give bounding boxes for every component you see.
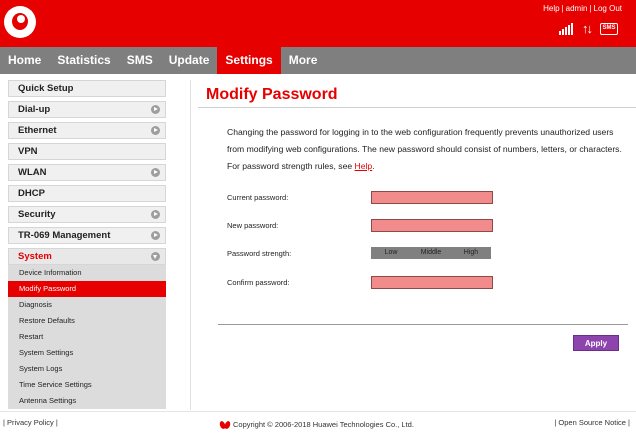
description-end: . [372, 161, 375, 171]
strength-low: Low [384, 249, 398, 256]
copyright-wrap: Copyright © 2006-2018 Huawei Technologie… [220, 420, 414, 429]
message-icon[interactable]: SMS [600, 23, 618, 35]
submenu-restart[interactable]: Restart [8, 329, 166, 345]
submenu-modify-password[interactable]: Modify Password [8, 281, 166, 297]
nav-more[interactable]: More [281, 47, 326, 74]
submenu-restore-defaults[interactable]: Restore Defaults [8, 313, 166, 329]
password-strength-label: Password strength: [227, 249, 292, 258]
submenu-time-service-settings[interactable]: Time Service Settings [8, 377, 166, 393]
sidebar-item-label: Ethernet [18, 125, 57, 136]
chevron-right-icon [151, 126, 160, 135]
nav-statistics[interactable]: Statistics [49, 47, 118, 74]
sidebar-item-system[interactable]: System [8, 248, 166, 265]
password-strength-meter: Low Middle High [371, 247, 491, 259]
header-bar: Help | admin | Log Out ↑↓ SMS [0, 0, 636, 47]
current-password-label: Current password: [227, 193, 289, 202]
status-icons: ↑↓ SMS [559, 21, 618, 36]
new-password-input[interactable] [371, 219, 493, 232]
help-link-inline[interactable]: Help [355, 161, 373, 171]
username-label: admin [565, 4, 588, 13]
open-source-link[interactable]: Open Source Notice [558, 418, 626, 427]
nav-update[interactable]: Update [161, 47, 218, 74]
current-password-input[interactable] [371, 191, 493, 204]
chevron-right-icon [151, 231, 160, 240]
sidebar-item-dial-up[interactable]: Dial-up [8, 101, 166, 118]
sidebar-item-security[interactable]: Security [8, 206, 166, 223]
confirm-password-label: Confirm password: [227, 278, 290, 287]
footer-divider [0, 411, 636, 412]
sidebar-item-label: Dial-up [18, 104, 51, 115]
main-nav: Home Statistics SMS Update Settings More [0, 47, 636, 74]
sidebar-item-label: System [18, 251, 52, 262]
strength-high: High [463, 249, 479, 256]
nav-settings[interactable]: Settings [217, 47, 281, 74]
sidebar-item-label: VPN [18, 146, 38, 157]
sidebar-item-tr069[interactable]: TR-069 Management [8, 227, 166, 244]
description-body: Changing the password for logging in to … [227, 127, 622, 171]
confirm-password-input[interactable] [371, 276, 493, 289]
vodafone-logo-icon [4, 6, 36, 38]
vertical-divider [190, 80, 191, 410]
nav-sms[interactable]: SMS [119, 47, 161, 74]
privacy-policy-link[interactable]: Privacy Policy [7, 418, 54, 427]
submenu-device-information[interactable]: Device Information [8, 265, 166, 281]
title-divider [198, 107, 636, 108]
signal-icon [559, 23, 573, 35]
sidebar: Quick Setup Dial-up Ethernet VPN WLAN DH… [8, 80, 166, 409]
sidebar-item-dhcp[interactable]: DHCP [8, 185, 166, 202]
sidebar-item-label: DHCP [18, 188, 45, 199]
huawei-logo-icon [220, 421, 230, 429]
strength-middle: Middle [420, 249, 442, 256]
chevron-down-icon [151, 252, 160, 261]
footer: | Privacy Policy | Copyright © 2006-2018… [0, 418, 636, 432]
system-submenu: Device Information Modify Password Diagn… [8, 265, 166, 409]
submenu-system-settings[interactable]: System Settings [8, 345, 166, 361]
sidebar-item-label: Quick Setup [18, 83, 74, 94]
data-arrows-icon: ↑↓ [582, 21, 593, 36]
submenu-antenna-settings[interactable]: Antenna Settings [8, 393, 166, 409]
form-divider [218, 324, 628, 325]
help-link[interactable]: Help [543, 4, 559, 13]
sidebar-item-quick-setup[interactable]: Quick Setup [8, 80, 166, 97]
chevron-right-icon [151, 105, 160, 114]
sidebar-item-wlan[interactable]: WLAN [8, 164, 166, 181]
logout-link[interactable]: Log Out [594, 4, 622, 13]
description-text: Changing the password for logging in to … [227, 124, 627, 175]
sidebar-item-label: WLAN [18, 167, 47, 178]
sidebar-item-label: TR-069 Management [18, 230, 111, 241]
new-password-label: New password: [227, 221, 279, 230]
sidebar-item-label: Security [18, 209, 56, 220]
open-source-wrap: | Open Source Notice | [554, 418, 630, 427]
sidebar-item-ethernet[interactable]: Ethernet [8, 122, 166, 139]
page-title: Modify Password [206, 86, 338, 103]
chevron-right-icon [151, 210, 160, 219]
sidebar-item-vpn[interactable]: VPN [8, 143, 166, 160]
copyright-text: Copyright © 2006-2018 Huawei Technologie… [233, 420, 414, 429]
apply-button[interactable]: Apply [573, 335, 619, 351]
nav-home[interactable]: Home [0, 47, 49, 74]
chevron-right-icon [151, 168, 160, 177]
submenu-diagnosis[interactable]: Diagnosis [8, 297, 166, 313]
top-links: Help | admin | Log Out [543, 4, 622, 13]
submenu-system-logs[interactable]: System Logs [8, 361, 166, 377]
privacy-policy-wrap: | Privacy Policy | [3, 418, 58, 427]
